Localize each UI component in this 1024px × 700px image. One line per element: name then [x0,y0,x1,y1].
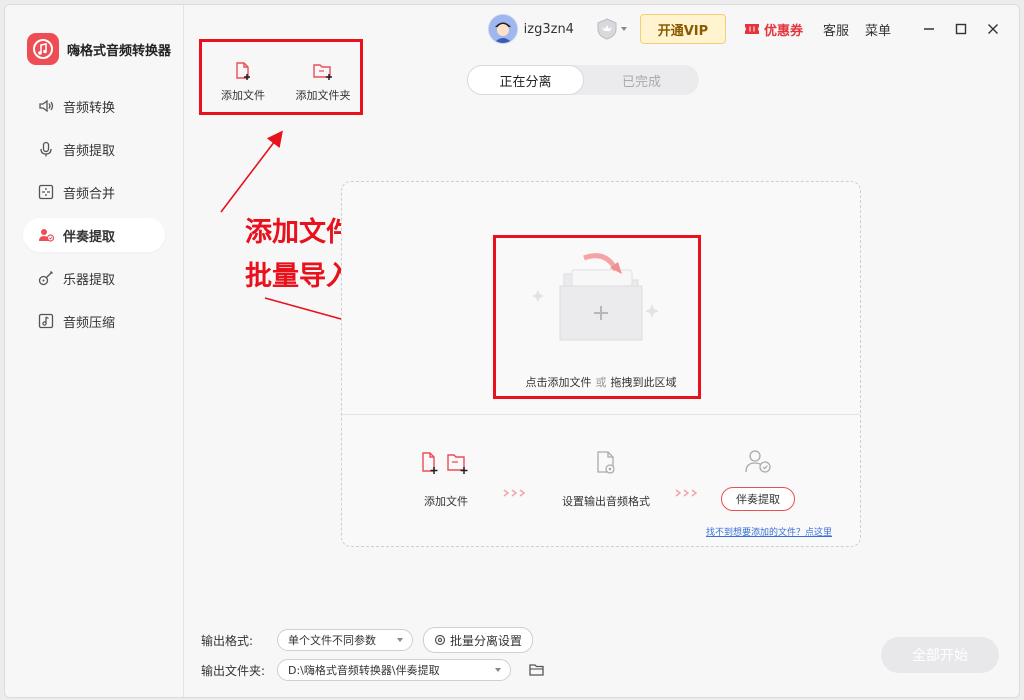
settings-icon [434,634,446,646]
accompaniment-extract-pill[interactable]: 伴奏提取 [721,487,795,511]
dropzone-highlight-box [493,235,701,399]
step-arrow-icon [675,489,698,497]
output-folder-select[interactable]: D:\嗨格式音频转换器\伴奏提取 [277,659,511,681]
output-folder-label: 输出文件夹: [201,663,266,678]
step-output-format-label: 设置输出音频格式 [562,495,650,508]
drop-divider [342,414,860,415]
app-window: 嗨格式音频转换器 音频转换 音频提取 音频合并 伴奏提取 乐器提取 音频压缩 i… [4,4,1020,698]
output-format-value: 单个文件不同参数 [288,634,376,647]
caret-down-icon [495,668,501,672]
step-add-file: 添加文件 [414,450,478,509]
output-format-row: 输出格式: 单个文件不同参数 批量分离设置 [201,627,534,653]
step-arrow-icon [503,489,526,497]
output-format-select[interactable]: 单个文件不同参数 [277,629,413,651]
step-output-format: 设置输出音频格式 [546,450,666,509]
format-settings-icon [597,451,615,474]
open-folder-icon[interactable] [529,663,545,677]
output-folder-row: 输出文件夹: D:\嗨格式音频转换器\伴奏提取 [201,659,545,681]
step-add-file-label: 添加文件 [424,495,468,508]
add-file-folder-icon [422,452,468,474]
caret-down-icon [397,638,403,642]
step-accompaniment: 伴奏提取 [708,446,808,511]
batch-separation-settings-button[interactable]: 批量分离设置 [423,627,534,653]
start-all-button[interactable]: 全部开始 [881,637,999,673]
batch-settings-label: 批量分离设置 [450,633,523,648]
arrow-to-toolbar [220,130,283,213]
help-link[interactable]: 找不到想要添加的文件？点这里 [706,525,832,538]
output-folder-value: D:\嗨格式音频转换器\伴奏提取 [288,664,440,677]
output-format-label: 输出格式: [201,633,254,648]
accompaniment-step-icon [745,450,771,473]
